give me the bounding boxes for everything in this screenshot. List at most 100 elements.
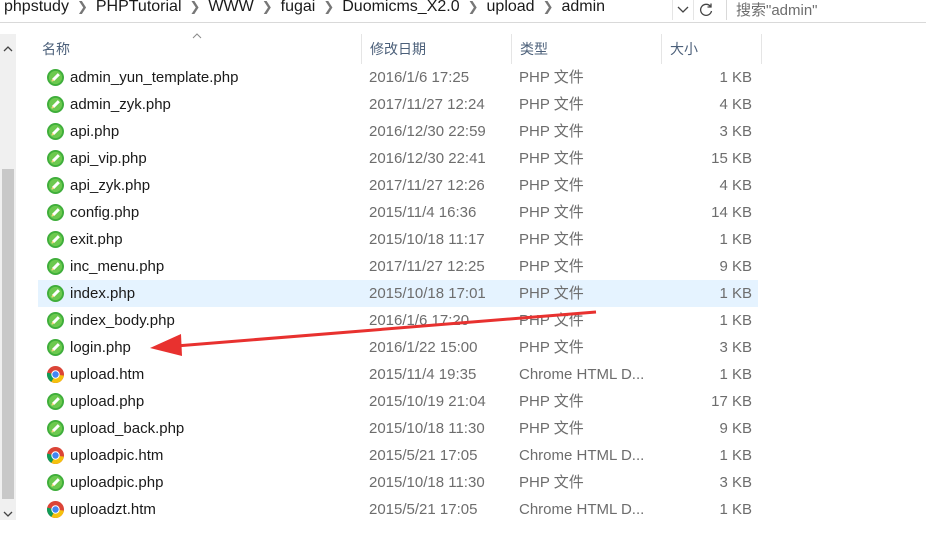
file-date: 2015/10/18 11:30 bbox=[369, 420, 485, 437]
file-row[interactable]: upload.php 2015/10/19 21:04 PHP 文件 17 KB bbox=[38, 388, 758, 415]
file-size: 3 KB bbox=[719, 123, 752, 140]
file-date: 2015/5/21 17:05 bbox=[369, 447, 478, 464]
file-date: 2015/5/21 17:05 bbox=[369, 501, 478, 518]
file-type: PHP 文件 bbox=[519, 123, 584, 140]
file-name: uploadzt.htm bbox=[70, 501, 156, 518]
file-date: 2015/10/19 21:04 bbox=[369, 393, 486, 410]
file-row[interactable]: uploadpic.htm 2015/5/21 17:05 Chrome HTML … bbox=[38, 442, 758, 469]
file-name: uploadpic.htm bbox=[70, 447, 164, 464]
file-row[interactable]: exit.php 2015/10/18 11:17 PHP 文件 1 KB bbox=[38, 226, 758, 253]
file-type: PHP 文件 bbox=[519, 339, 584, 356]
file-row[interactable]: login.php 2016/1/22 15:00 PHP 文件 3 KB bbox=[38, 334, 758, 361]
chevron-down-icon bbox=[677, 6, 689, 13]
file-date: 2016/1/22 15:00 bbox=[369, 339, 478, 356]
breadcrumb-item[interactable]: WWW bbox=[202, 0, 259, 16]
file-row[interactable]: admin_zyk.php 2017/11/27 12:24 PHP 文件 4 KB bbox=[38, 91, 758, 118]
file-type: PHP 文件 bbox=[519, 204, 584, 221]
file-type: PHP 文件 bbox=[519, 231, 584, 248]
breadcrumb-item[interactable]: phpstudy bbox=[0, 0, 75, 16]
vertical-scrollbar[interactable] bbox=[0, 34, 16, 520]
breadcrumb-item[interactable]: Duomicms_X2.0 bbox=[336, 0, 465, 16]
search-input[interactable]: 搜索"admin" bbox=[726, 0, 926, 20]
file-row[interactable]: uploadzt.htm 2015/5/21 17:05 Chrome HTML D… bbox=[38, 496, 758, 523]
file-date: 2017/11/27 12:25 bbox=[369, 258, 485, 275]
breadcrumb-item[interactable]: admin bbox=[555, 0, 611, 16]
file-date: 2017/11/27 12:24 bbox=[369, 96, 485, 113]
file-type: PHP 文件 bbox=[519, 69, 584, 86]
column-header-date[interactable]: 修改日期 bbox=[362, 34, 512, 64]
file-row[interactable]: config.php 2015/11/4 16:36 PHP 文件 14 KB bbox=[38, 199, 758, 226]
file-size: 1 KB bbox=[719, 312, 752, 329]
refresh-button[interactable] bbox=[693, 0, 718, 20]
file-name: upload.php bbox=[70, 393, 145, 410]
file-size: 3 KB bbox=[719, 474, 752, 491]
scroll-up-button[interactable] bbox=[0, 40, 16, 56]
file-type: PHP 文件 bbox=[519, 312, 584, 329]
breadcrumb-separator-icon[interactable]: ❯ bbox=[75, 0, 90, 15]
file-date: 2015/11/4 16:36 bbox=[369, 204, 477, 221]
file-row[interactable]: upload_back.php 2015/10/18 11:30 PHP 文件 9 K… bbox=[38, 415, 758, 442]
address-history-button[interactable] bbox=[672, 0, 693, 20]
file-size: 17 KB bbox=[711, 393, 752, 410]
file-type: PHP 文件 bbox=[519, 393, 584, 410]
file-type: Chrome HTML D... bbox=[519, 501, 645, 518]
file-size: 15 KB bbox=[711, 150, 752, 167]
php-file-icon bbox=[47, 231, 64, 248]
php-file-icon bbox=[47, 177, 64, 194]
file-row[interactable]: uploadpic.php 2015/10/18 11:30 PHP 文件 3 KB bbox=[38, 469, 758, 496]
file-date: 2016/12/30 22:41 bbox=[369, 150, 486, 167]
file-row[interactable]: index.php 2015/10/18 17:01 PHP 文件 1 KB bbox=[38, 280, 758, 307]
file-size: 1 KB bbox=[719, 231, 752, 248]
php-file-icon bbox=[47, 285, 64, 302]
chevron-up-icon bbox=[3, 45, 13, 51]
breadcrumb-separator-icon[interactable]: ❯ bbox=[321, 0, 336, 15]
file-name: api_vip.php bbox=[70, 150, 147, 167]
file-date: 2015/10/18 17:01 bbox=[369, 285, 486, 302]
file-name: inc_menu.php bbox=[70, 258, 165, 275]
column-header-name[interactable]: 名称 bbox=[34, 33, 362, 64]
file-name: index_body.php bbox=[70, 312, 175, 329]
file-row[interactable]: api_vip.php 2016/12/30 22:41 PHP 文件 15 KB bbox=[38, 145, 758, 172]
breadcrumb-separator-icon[interactable]: ❯ bbox=[260, 0, 275, 15]
column-header-label: 大小 bbox=[670, 41, 698, 57]
file-name: uploadpic.php bbox=[70, 474, 164, 491]
file-row[interactable]: upload.htm 2015/11/4 19:35 Chrome HTML D..… bbox=[38, 361, 758, 388]
file-size: 3 KB bbox=[719, 339, 752, 356]
file-type: PHP 文件 bbox=[519, 150, 584, 167]
file-size: 1 KB bbox=[719, 69, 752, 86]
breadcrumb-item[interactable]: fugai bbox=[275, 0, 322, 16]
scroll-down-button[interactable] bbox=[0, 506, 16, 522]
file-row[interactable]: api.php 2016/12/30 22:59 PHP 文件 3 KB bbox=[38, 118, 758, 145]
php-file-icon bbox=[47, 474, 64, 491]
php-file-icon bbox=[47, 420, 64, 437]
scrollbar-thumb[interactable] bbox=[2, 169, 14, 499]
breadcrumb-separator-icon[interactable]: ❯ bbox=[188, 0, 203, 15]
chevron-down-icon bbox=[3, 511, 13, 517]
file-type: PHP 文件 bbox=[519, 420, 584, 437]
breadcrumb-separator-icon[interactable]: ❯ bbox=[541, 0, 556, 15]
refresh-icon bbox=[700, 3, 713, 16]
file-type: Chrome HTML D... bbox=[519, 447, 645, 464]
sort-ascending-icon bbox=[192, 33, 202, 39]
file-date: 2015/10/18 11:17 bbox=[369, 231, 485, 248]
file-date: 2016/12/30 22:59 bbox=[369, 123, 486, 140]
breadcrumb-item[interactable]: upload bbox=[481, 0, 541, 16]
php-file-icon bbox=[47, 204, 64, 221]
file-row[interactable]: inc_menu.php 2017/11/27 12:25 PHP 文件 9 KB bbox=[38, 253, 758, 280]
file-row[interactable]: api_zyk.php 2017/11/27 12:26 PHP 文件 4 KB bbox=[38, 172, 758, 199]
php-file-icon bbox=[47, 312, 64, 329]
file-row[interactable]: index_body.php 2016/1/6 17:20 PHP 文件 1 KB bbox=[38, 307, 758, 334]
breadcrumb-separator-icon[interactable]: ❯ bbox=[466, 0, 481, 15]
address-bar[interactable]: phpstudy ❯ PHPTutorial ❯ WWW ❯ fugai ❯ Duomi… bbox=[0, 0, 926, 23]
file-row[interactable]: admin_yun_template.php 2016/1/6 17:25 PHP … bbox=[38, 64, 758, 91]
file-name: admin_yun_template.php bbox=[70, 69, 239, 86]
breadcrumb-item[interactable]: PHPTutorial bbox=[90, 0, 188, 16]
file-name: index.php bbox=[70, 285, 136, 302]
file-type: Chrome HTML D... bbox=[519, 366, 645, 383]
file-name: exit.php bbox=[70, 231, 123, 248]
file-type: PHP 文件 bbox=[519, 474, 584, 491]
file-size: 4 KB bbox=[719, 177, 752, 194]
column-header-size[interactable]: 大小 bbox=[662, 34, 762, 64]
file-date: 2016/1/6 17:25 bbox=[369, 69, 470, 86]
column-header-type[interactable]: 类型 bbox=[512, 34, 662, 64]
